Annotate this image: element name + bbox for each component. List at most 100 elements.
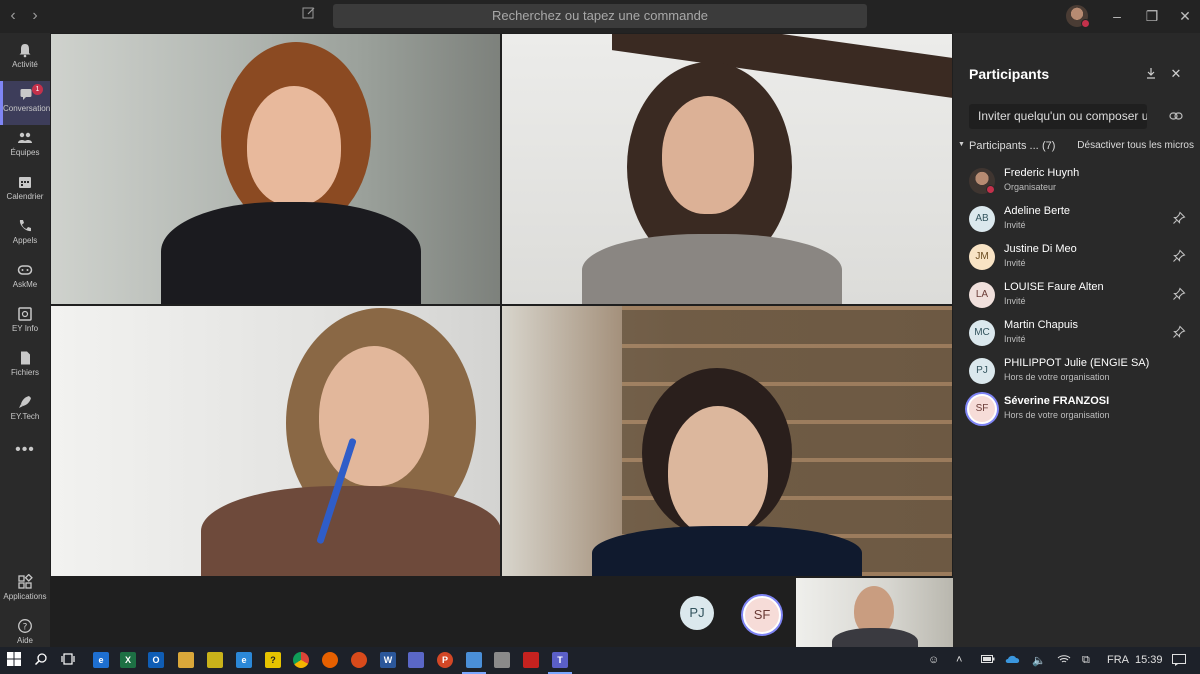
panel-title: Participants	[969, 66, 1050, 82]
restore-icon[interactable]: ❐	[1143, 7, 1161, 25]
participant-name: LOUISE Faure Alten	[1004, 281, 1104, 293]
participant-count: (7)	[1042, 140, 1056, 152]
chrome-icon[interactable]	[293, 652, 309, 668]
rail-item-applications[interactable]: Applications	[0, 569, 50, 613]
info-icon	[18, 307, 32, 321]
participant-video-tile[interactable]	[502, 34, 952, 304]
rail-label: Appels	[12, 236, 38, 245]
rail-item-appels[interactable]: Appels	[0, 213, 50, 257]
pin-icon[interactable]	[1172, 287, 1186, 301]
close-window-icon[interactable]: ✕	[1176, 7, 1194, 25]
more-apps-icon[interactable]: •••	[0, 441, 50, 459]
teams-task-icon[interactable]: T	[552, 652, 568, 668]
participant-name: Adeline Berte	[1004, 205, 1071, 217]
acrobat-icon[interactable]	[523, 652, 539, 668]
svg-text:?: ?	[23, 623, 28, 633]
people-icon[interactable]: ☺	[928, 654, 939, 666]
compose-icon[interactable]	[302, 6, 322, 26]
command-search-input[interactable]: Recherchez ou tapez une commande	[333, 4, 867, 28]
outlook-icon[interactable]: O	[148, 652, 164, 668]
title-bar: ‹ › Recherchez ou tapez une commande – ❐…	[0, 0, 1200, 33]
explorer-icon[interactable]	[178, 652, 194, 668]
edge-legacy-icon[interactable]: e	[93, 652, 109, 668]
participant-role: Hors de votre organisation	[1004, 372, 1110, 382]
participant-video-tile[interactable]	[502, 306, 952, 576]
participant-row[interactable]: LA LOUISE Faure Alten Invité	[969, 279, 1194, 313]
clock-time[interactable]: 15:39	[1135, 654, 1163, 666]
participant-row[interactable]: AB Adeline Berte Invité	[969, 203, 1194, 237]
rail-item-ey-tech[interactable]: EY.Tech	[0, 389, 50, 433]
onedrive-icon[interactable]	[1005, 654, 1021, 667]
notifications-icon[interactable]	[1172, 654, 1186, 669]
participant-name: Séverine FRANZOSI	[1004, 395, 1110, 407]
participant-row[interactable]: Frederic Huynh Organisateur	[969, 165, 1194, 199]
rail-item-fichiers[interactable]: Fichiers	[0, 345, 50, 389]
video-stage: PJ SF	[50, 33, 953, 647]
share-link-icon[interactable]	[1169, 109, 1183, 123]
ie-icon[interactable]: e	[236, 652, 252, 668]
participants-section-header[interactable]: ▼ Participants ... (7) Désactiver tous l…	[958, 138, 1194, 156]
overflow-avatar-pj[interactable]: PJ	[680, 596, 714, 630]
pin-icon[interactable]	[1172, 211, 1186, 225]
rail-item-calendrier[interactable]: Calendrier	[0, 169, 50, 213]
pin-icon[interactable]	[1172, 325, 1186, 339]
download-icon[interactable]	[1144, 67, 1158, 81]
video-figure-face	[662, 96, 754, 214]
mute-all-button[interactable]: Désactiver tous les micros	[1077, 140, 1194, 151]
participant-row[interactable]: JM Justine Di Meo Invité	[969, 241, 1194, 275]
rail-label: Fichiers	[10, 368, 39, 377]
input-language[interactable]: FRA	[1107, 654, 1129, 666]
word-icon[interactable]: W	[380, 652, 396, 668]
task-view-icon[interactable]	[60, 652, 76, 668]
app-rail: Activité 1 Conversation Équipes Calendri…	[0, 33, 50, 647]
participant-name: Justine Di Meo	[1004, 243, 1077, 255]
rail-label: EY.Tech	[10, 412, 40, 421]
firefox-icon[interactable]	[322, 652, 338, 668]
rail-item-ey-info[interactable]: EY Info	[0, 301, 50, 345]
self-view-video[interactable]	[796, 578, 953, 647]
notes-icon[interactable]	[207, 652, 223, 668]
video-figure-face	[668, 406, 768, 536]
invite-input[interactable]	[969, 104, 1147, 129]
windows-start-icon[interactable]	[6, 652, 22, 668]
pin-icon[interactable]	[1172, 249, 1186, 263]
teams-icon	[18, 132, 32, 143]
remote-icon[interactable]	[466, 652, 482, 668]
rail-item-askme[interactable]: AskMe	[0, 257, 50, 301]
excel-icon[interactable]: X	[120, 652, 136, 668]
participant-row[interactable]: MC Martin Chapuis Invité	[969, 317, 1194, 351]
participant-name: Frederic Huynh	[1004, 167, 1080, 179]
back-arrow-icon[interactable]: ‹	[3, 6, 23, 26]
participant-role: Organisateur	[1004, 182, 1057, 192]
rail-item-equipes[interactable]: Équipes	[0, 125, 50, 169]
snip-icon[interactable]	[494, 652, 510, 668]
powerpoint-icon[interactable]: P	[437, 652, 453, 668]
participant-row[interactable]: SF Séverine FRANZOSI Hors de votre organ…	[969, 393, 1194, 427]
collapse-caret-icon[interactable]: ▼	[958, 141, 965, 148]
participant-video-tile[interactable]	[51, 306, 500, 576]
forward-arrow-icon[interactable]: ›	[25, 6, 45, 26]
rail-item-activite[interactable]: Activité	[0, 37, 50, 81]
minimize-icon[interactable]: –	[1108, 7, 1126, 25]
wired-network-icon[interactable]: ⧉	[1082, 654, 1090, 667]
close-panel-icon[interactable]: ✕	[1169, 67, 1183, 81]
wifi-icon[interactable]	[1057, 654, 1071, 667]
save-app-icon[interactable]	[408, 652, 424, 668]
section-label: Participants ...	[969, 140, 1039, 152]
rail-item-conversation[interactable]: 1 Conversation	[0, 81, 50, 125]
search-icon[interactable]	[33, 652, 49, 668]
volume-icon[interactable]: 🔈	[1032, 654, 1046, 667]
participants-panel: Participants ✕ ▼ Participants ... (7) Dé…	[953, 33, 1200, 647]
firefox-alt-icon[interactable]	[351, 652, 367, 668]
participant-video-tile[interactable]	[51, 34, 500, 304]
help-app-icon[interactable]: ?	[265, 652, 281, 668]
overflow-avatar-sf[interactable]: SF	[743, 596, 781, 634]
rail-label: AskMe	[12, 280, 38, 289]
tray-chevron-icon[interactable]: ˄	[956, 654, 962, 666]
rail-label: Équipes	[10, 148, 40, 157]
avatar: MC	[969, 320, 995, 346]
video-figure-body	[832, 628, 918, 647]
battery-icon[interactable]	[981, 654, 995, 667]
participant-row[interactable]: PJ PHILIPPOT Julie (ENGIE SA) Hors de vo…	[969, 355, 1194, 389]
rail-label: EY Info	[11, 324, 39, 333]
